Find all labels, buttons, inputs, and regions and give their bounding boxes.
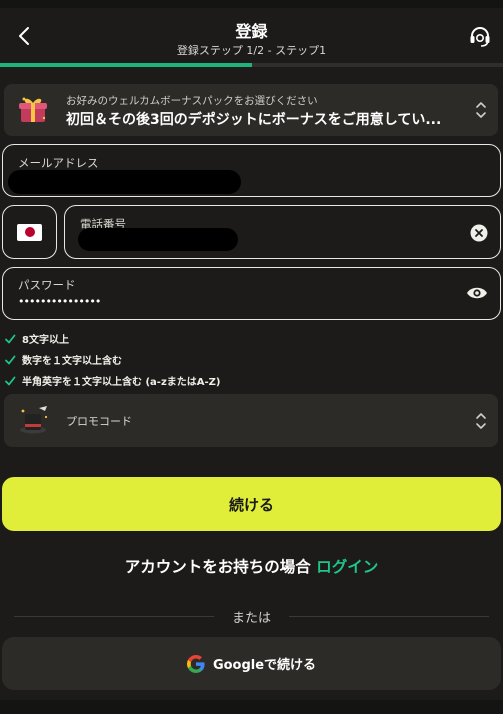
eye-icon[interactable] (466, 285, 488, 301)
password-rule-text: 8文字以上 (22, 335, 69, 346)
phone-value-redacted (78, 228, 238, 251)
gift-box-icon (19, 97, 47, 122)
password-rule: 数字を１文字以上含む (4, 349, 220, 370)
google-signin-button[interactable]: Googleで続ける (2, 637, 501, 690)
header: 登録 登録ステップ 1/2 - ステップ1 (0, 8, 503, 64)
bonus-selected-value: 初回＆その後3回のデポジットにボーナスをご用意してい... (66, 112, 442, 128)
promo-code-select[interactable]: プロモコード (4, 394, 498, 447)
check-icon (5, 376, 16, 385)
phone-field[interactable]: 電話番号 (64, 205, 501, 259)
step-progress-bar (0, 63, 503, 67)
login-prompt-line: アカウントをお持ちの場合 ログイン (0, 555, 503, 577)
check-icon (5, 334, 16, 343)
page-title: 登録 (235, 22, 268, 41)
clear-icon[interactable] (470, 224, 488, 242)
promo-code-label: プロモコード (66, 415, 132, 428)
top-edge (0, 0, 503, 8)
check-icon (5, 355, 16, 364)
welcome-bonus-select[interactable]: お好みのウェルカムボーナスパックをお選びください 初回＆その後3回のデポジットに… (4, 84, 498, 136)
email-field[interactable]: メールアドレス (2, 144, 501, 197)
continue-button[interactable]: 続ける (2, 477, 501, 531)
password-rules: 8文字以上 数字を１文字以上含む 半角英字を１文字以上含む (a-zまたはA-Z… (4, 328, 220, 391)
select-arrows-icon (476, 413, 486, 429)
bottom-edge (0, 700, 503, 714)
google-logo-icon (186, 654, 205, 673)
login-prompt: アカウントをお持ちの場合 (124, 558, 311, 576)
google-button-label: Googleで続ける (212, 658, 317, 673)
email-value-redacted (8, 170, 241, 194)
step-progress-fill (0, 63, 252, 67)
or-divider: または (0, 606, 503, 626)
password-rule-text: 半角英字を１文字以上含む (a-zまたはA-Z) (22, 377, 221, 388)
japan-flag-icon (17, 223, 42, 241)
country-code-select[interactable] (2, 205, 57, 259)
email-label: メールアドレス (18, 156, 99, 170)
select-arrows-icon (476, 102, 486, 118)
password-rule: 半角英字を１文字以上含む (a-zまたはA-Z) (4, 370, 220, 391)
login-link[interactable]: ログイン (316, 558, 378, 576)
password-label: パスワード (18, 278, 76, 292)
password-value: ••••••••••••••• (18, 295, 101, 308)
step-indicator: 登録ステップ 1/2 - ステップ1 (176, 44, 327, 57)
password-rule: 8文字以上 (4, 328, 220, 349)
bonus-hint: お好みのウェルカムボーナスパックをお選びください (66, 95, 318, 107)
password-rule-text: 数字を１文字以上含む (22, 356, 122, 367)
magic-hat-icon (20, 406, 48, 434)
password-field[interactable]: パスワード ••••••••••••••• (2, 267, 501, 320)
or-label: または (231, 611, 271, 626)
support-icon (470, 27, 490, 47)
support-button[interactable] (467, 24, 493, 50)
